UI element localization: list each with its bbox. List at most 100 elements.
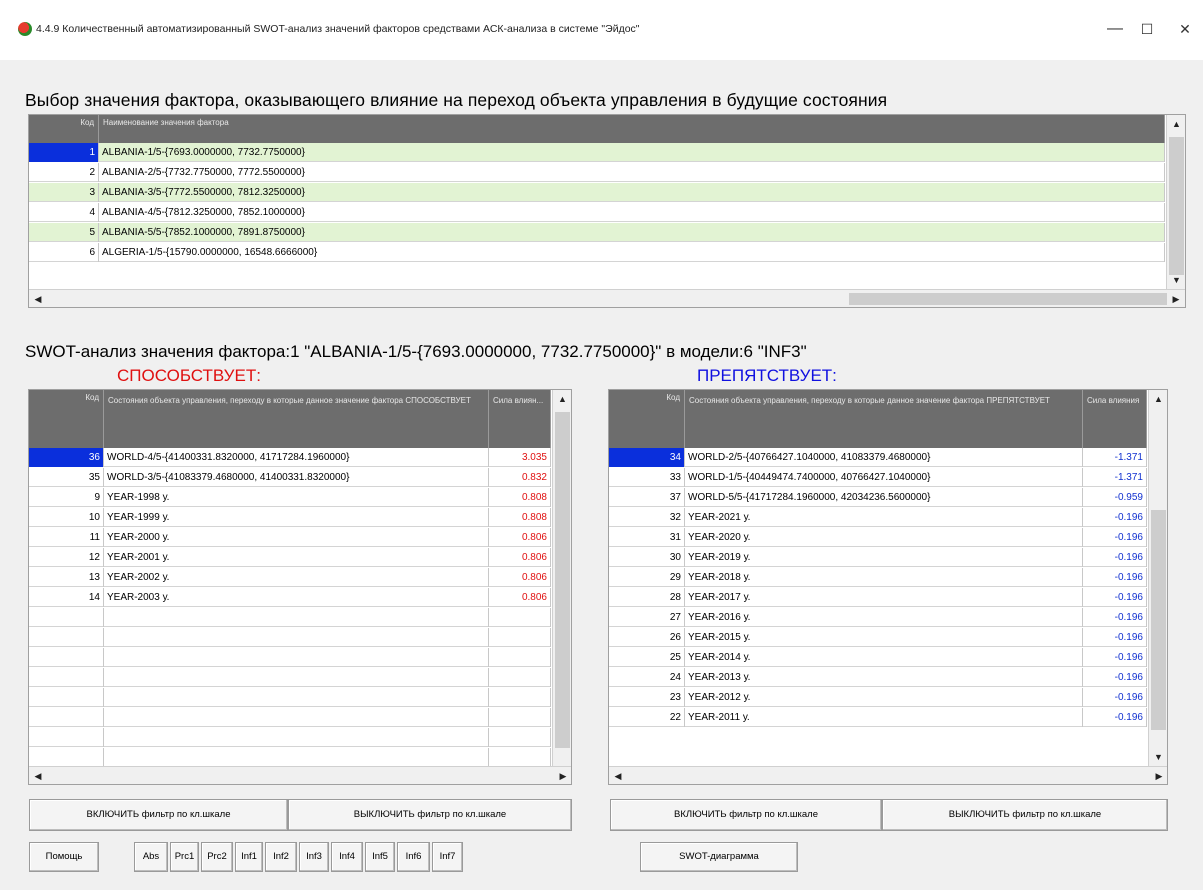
column-header-strength[interactable]: Сила влияния [1083,390,1147,448]
factor-horizontal-scrollbar[interactable]: ◀ ▶ [29,289,1185,307]
column-header-code[interactable]: Код [29,390,104,448]
hinders-row[interactable]: 29 YEAR-2018 у. -0.196 [609,568,1147,587]
column-header-code[interactable]: Код [609,390,685,448]
model-inf5-button[interactable]: Inf5 [365,842,395,872]
factor-row[interactable]: 6 ALGERIA-1/5-{15790.0000000, 16548.66660… [29,243,1165,262]
row-state [104,668,489,687]
left-filter-off-button[interactable]: ВЫКЛЮЧИТЬ фильтр по кл.шкале [288,799,572,831]
hinders-horizontal-scrollbar[interactable]: ◀ ▶ [609,766,1167,784]
model-inf3-button[interactable]: Inf3 [299,842,329,872]
empty-row[interactable] [29,608,551,627]
model-prc2-button[interactable]: Prc2 [201,842,233,872]
scroll-up-icon[interactable]: ▲ [1167,115,1185,133]
model-inf4-button[interactable]: Inf4 [331,842,363,872]
factor-row[interactable]: 5 ALBANIA-5/5-{7852.1000000, 7891.8750000… [29,223,1165,242]
promotes-horizontal-scrollbar[interactable]: ◀ ▶ [29,766,571,784]
row-code: 22 [609,708,685,727]
hinders-row[interactable]: 28 YEAR-2017 у. -0.196 [609,588,1147,607]
promotes-row[interactable]: 12 YEAR-2001 у. 0.806 [29,548,551,567]
hinders-row[interactable]: 23 YEAR-2012 у. -0.196 [609,688,1147,707]
empty-row[interactable] [29,748,551,767]
row-code: 23 [609,688,685,707]
column-header-strength[interactable]: Сила влиян... [489,390,551,448]
column-header-name[interactable]: Наименование значения фактора [99,115,1165,143]
promotes-vertical-scrollbar[interactable]: ▲ [552,390,571,766]
empty-row[interactable] [29,648,551,667]
scroll-thumb[interactable] [1169,137,1184,275]
row-state: YEAR-2019 у. [685,548,1083,567]
scroll-up-icon[interactable]: ▲ [1149,390,1167,408]
promotes-row[interactable]: 35 WORLD-3/5-{41083379.4680000, 41400331.… [29,468,551,487]
model-abs-button[interactable]: Abs [134,842,168,872]
hinders-row[interactable]: 31 YEAR-2020 у. -0.196 [609,528,1147,547]
help-button[interactable]: Помощь [29,842,99,872]
hinders-row[interactable]: 30 YEAR-2019 у. -0.196 [609,548,1147,567]
scroll-left-icon[interactable]: ◀ [29,290,47,307]
promotes-table[interactable]: Код Состояния объекта управления, перехо… [28,389,572,785]
empty-row[interactable] [29,708,551,727]
factor-row[interactable]: 1 ALBANIA-1/5-{7693.0000000, 7732.7750000… [29,143,1165,162]
row-code: 3 [29,183,99,202]
scroll-thumb[interactable] [555,412,570,748]
factor-row[interactable]: 4 ALBANIA-4/5-{7812.3250000, 7852.1000000… [29,203,1165,222]
maximize-button[interactable]: ☐ [1132,18,1162,40]
empty-row[interactable] [29,628,551,647]
hinders-row[interactable]: 25 YEAR-2014 у. -0.196 [609,648,1147,667]
factor-table[interactable]: Код Наименование значения фактора 1 ALBAN… [28,114,1186,308]
hinders-row[interactable]: 37 WORLD-5/5-{41717284.1960000, 42034236.… [609,488,1147,507]
hinders-row[interactable]: 34 WORLD-2/5-{40766427.1040000, 41083379.… [609,448,1147,467]
close-button[interactable]: ✕ [1170,18,1200,40]
model-inf7-button[interactable]: Inf7 [432,842,463,872]
factor-row[interactable]: 2 ALBANIA-2/5-{7732.7750000, 7772.5500000… [29,163,1165,182]
right-filter-off-button[interactable]: ВЫКЛЮЧИТЬ фильтр по кл.шкале [882,799,1168,831]
scroll-thumb[interactable] [1151,510,1166,730]
empty-row[interactable] [29,728,551,747]
hinders-row[interactable]: 27 YEAR-2016 у. -0.196 [609,608,1147,627]
scroll-thumb[interactable] [849,293,1167,305]
row-code: 6 [29,243,99,262]
row-code: 10 [29,508,104,527]
hinders-row[interactable]: 26 YEAR-2015 у. -0.196 [609,628,1147,647]
swot-diagram-button[interactable]: SWOT-диаграмма [640,842,798,872]
hinders-vertical-scrollbar[interactable]: ▲ ▼ [1148,390,1167,766]
scroll-left-icon[interactable]: ◀ [609,767,627,784]
scroll-down-icon[interactable]: ▼ [1167,271,1185,289]
right-filter-on-button[interactable]: ВКЛЮЧИТЬ фильтр по кл.шкале [610,799,882,831]
empty-row[interactable] [29,668,551,687]
promotes-row[interactable]: 10 YEAR-1999 у. 0.808 [29,508,551,527]
row-strength: -1.371 [1083,448,1147,467]
hinders-row[interactable]: 33 WORLD-1/5-{40449474.7400000, 40766427.… [609,468,1147,487]
left-filter-on-button[interactable]: ВКЛЮЧИТЬ фильтр по кл.шкале [29,799,288,831]
model-inf2-button[interactable]: Inf2 [265,842,297,872]
minimize-button[interactable]: — [1100,18,1130,40]
row-code: 5 [29,223,99,242]
promotes-row[interactable]: 13 YEAR-2002 у. 0.806 [29,568,551,587]
scroll-right-icon[interactable]: ▶ [1150,767,1167,784]
scroll-down-icon[interactable]: ▼ [1149,748,1167,766]
hinders-table[interactable]: Код Состояния объекта управления, перехо… [608,389,1168,785]
row-state: YEAR-2018 у. [685,568,1083,587]
column-header-state[interactable]: Состояния объекта управления, переходу в… [104,390,489,448]
factor-row[interactable]: 3 ALBANIA-3/5-{7772.5500000, 7812.3250000… [29,183,1165,202]
promotes-row[interactable]: 36 WORLD-4/5-{41400331.8320000, 41717284.… [29,448,551,467]
row-code: 30 [609,548,685,567]
hinders-row[interactable]: 24 YEAR-2013 у. -0.196 [609,668,1147,687]
scroll-right-icon[interactable]: ▶ [1167,290,1185,307]
scroll-left-icon[interactable]: ◀ [29,767,47,784]
empty-row[interactable] [29,688,551,707]
promotes-row[interactable]: 9 YEAR-1998 у. 0.808 [29,488,551,507]
model-inf6-button[interactable]: Inf6 [397,842,430,872]
model-prc1-button[interactable]: Prc1 [170,842,199,872]
row-strength: 0.808 [489,488,551,507]
scroll-up-icon[interactable]: ▲ [553,390,571,408]
promotes-row[interactable]: 14 YEAR-2003 у. 0.806 [29,588,551,607]
row-strength: -0.196 [1083,708,1147,727]
hinders-row[interactable]: 22 YEAR-2011 у. -0.196 [609,708,1147,727]
column-header-state[interactable]: Состояния объекта управления, переходу в… [685,390,1083,448]
factor-vertical-scrollbar[interactable]: ▲ ▼ [1166,115,1185,289]
scroll-right-icon[interactable]: ▶ [554,767,571,784]
column-header-code[interactable]: Код [29,115,99,143]
hinders-row[interactable]: 32 YEAR-2021 у. -0.196 [609,508,1147,527]
promotes-row[interactable]: 11 YEAR-2000 у. 0.806 [29,528,551,547]
model-inf1-button[interactable]: Inf1 [235,842,263,872]
